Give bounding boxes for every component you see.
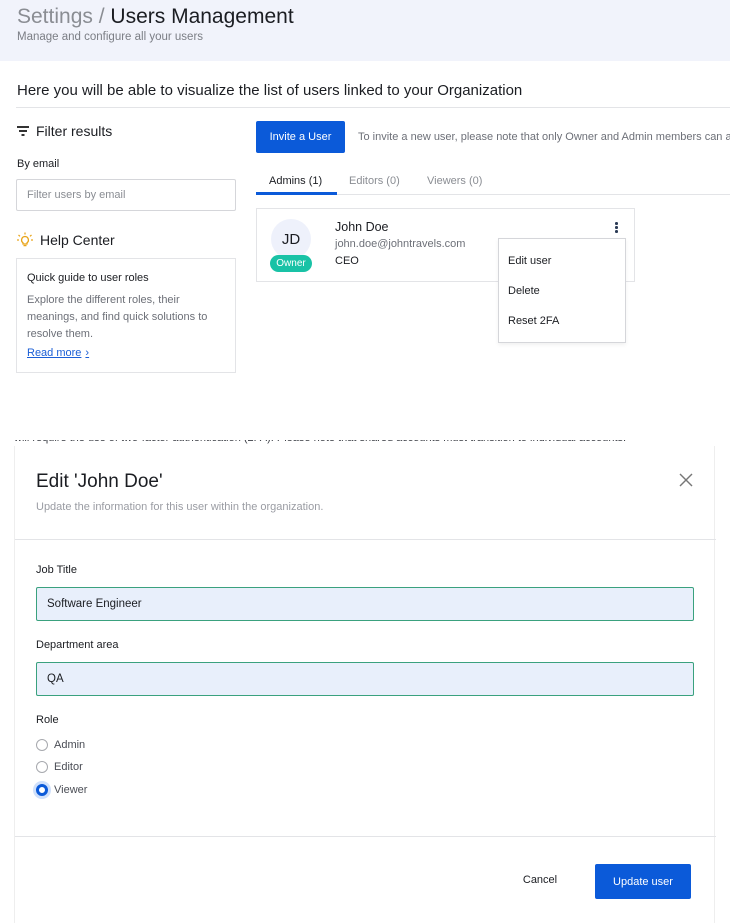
page-title: Settings / Users Management (17, 5, 294, 29)
help-card: Quick guide to user roles Explore the di… (16, 258, 236, 373)
by-email-label: By email (17, 158, 60, 170)
modal-title: Edit 'John Doe' (36, 471, 163, 492)
tab-admins[interactable]: Admins (1) (269, 175, 322, 187)
radio-viewer[interactable] (36, 784, 48, 796)
email-filter-input[interactable] (16, 179, 236, 211)
edit-user-modal: Edit 'John Doe' Update the information f… (14, 446, 716, 923)
radio-editor[interactable] (36, 761, 48, 773)
tab-viewers[interactable]: Viewers (0) (427, 175, 482, 187)
help-center-heading: Help Center (16, 232, 115, 248)
job-title-label: Job Title (36, 564, 77, 576)
read-more-label: Read more (27, 347, 82, 359)
close-icon[interactable] (679, 473, 693, 487)
chevron-right-icon: › (85, 347, 90, 359)
filter-heading: Filter results (16, 123, 112, 139)
role-label: Role (36, 714, 59, 726)
lightbulb-icon (17, 232, 33, 247)
role-option-editor[interactable]: Editor (36, 761, 83, 773)
user-email: john.doe@johntravels.com (335, 238, 466, 250)
filter-title: Filter results (36, 123, 113, 139)
role-viewer-label: Viewer (54, 784, 88, 796)
page-subtitle: Manage and configure all your users (17, 31, 204, 43)
user-name: John Doe (335, 220, 389, 234)
role-editor-label: Editor (54, 761, 83, 773)
clipped-banner: will require the use of two-factor authe… (14, 440, 715, 445)
role-tabs: Admins (1) Editors (0) Viewers (0) (256, 167, 730, 195)
help-card-title: Quick guide to user roles (27, 272, 149, 284)
role-option-viewer[interactable]: Viewer (36, 784, 87, 796)
active-tab-indicator (256, 192, 337, 195)
breadcrumb-current: Users Management (110, 5, 294, 28)
tab-editors[interactable]: Editors (0) (349, 175, 400, 187)
modal-header-divider (15, 539, 716, 540)
role-option-admin[interactable]: Admin (36, 739, 85, 751)
invite-user-button[interactable]: Invite a User (256, 121, 345, 153)
department-input[interactable] (36, 662, 694, 696)
page-header: Settings / Users Management Manage and c… (0, 0, 730, 61)
modal-subtitle: Update the information for this user wit… (36, 501, 324, 513)
clipped-banner-text: will require the use of two-factor authe… (14, 440, 626, 444)
update-user-button[interactable]: Update user (595, 864, 691, 899)
job-title-input[interactable] (36, 587, 694, 621)
breadcrumb-separator: / (92, 5, 111, 28)
avatar: JD (271, 219, 311, 259)
intro-text: Here you will be able to visualize the l… (17, 82, 523, 99)
menu-item-reset-2fa[interactable]: Reset 2FA (508, 315, 559, 327)
role-admin-label: Admin (54, 739, 86, 751)
divider (16, 107, 730, 108)
invite-note: To invite a new user, please note that o… (358, 131, 730, 143)
cancel-button[interactable]: Cancel (507, 864, 573, 896)
user-job-title: CEO (335, 255, 359, 267)
menu-item-edit-user[interactable]: Edit user (508, 255, 551, 267)
menu-item-delete[interactable]: Delete (508, 285, 540, 297)
read-more-link[interactable]: Read more › (27, 347, 89, 359)
breadcrumb-settings[interactable]: Settings (17, 5, 93, 28)
owner-badge: Owner (270, 255, 312, 272)
filter-icon (16, 125, 30, 137)
user-actions-menu: Edit user Delete Reset 2FA (498, 238, 626, 343)
more-options-icon[interactable] (611, 220, 621, 234)
radio-admin[interactable] (36, 739, 48, 751)
help-center-title: Help Center (40, 232, 115, 248)
modal-footer-divider (15, 836, 716, 837)
help-card-text: Explore the different roles, their meani… (27, 294, 208, 340)
department-label: Department area (36, 639, 119, 651)
